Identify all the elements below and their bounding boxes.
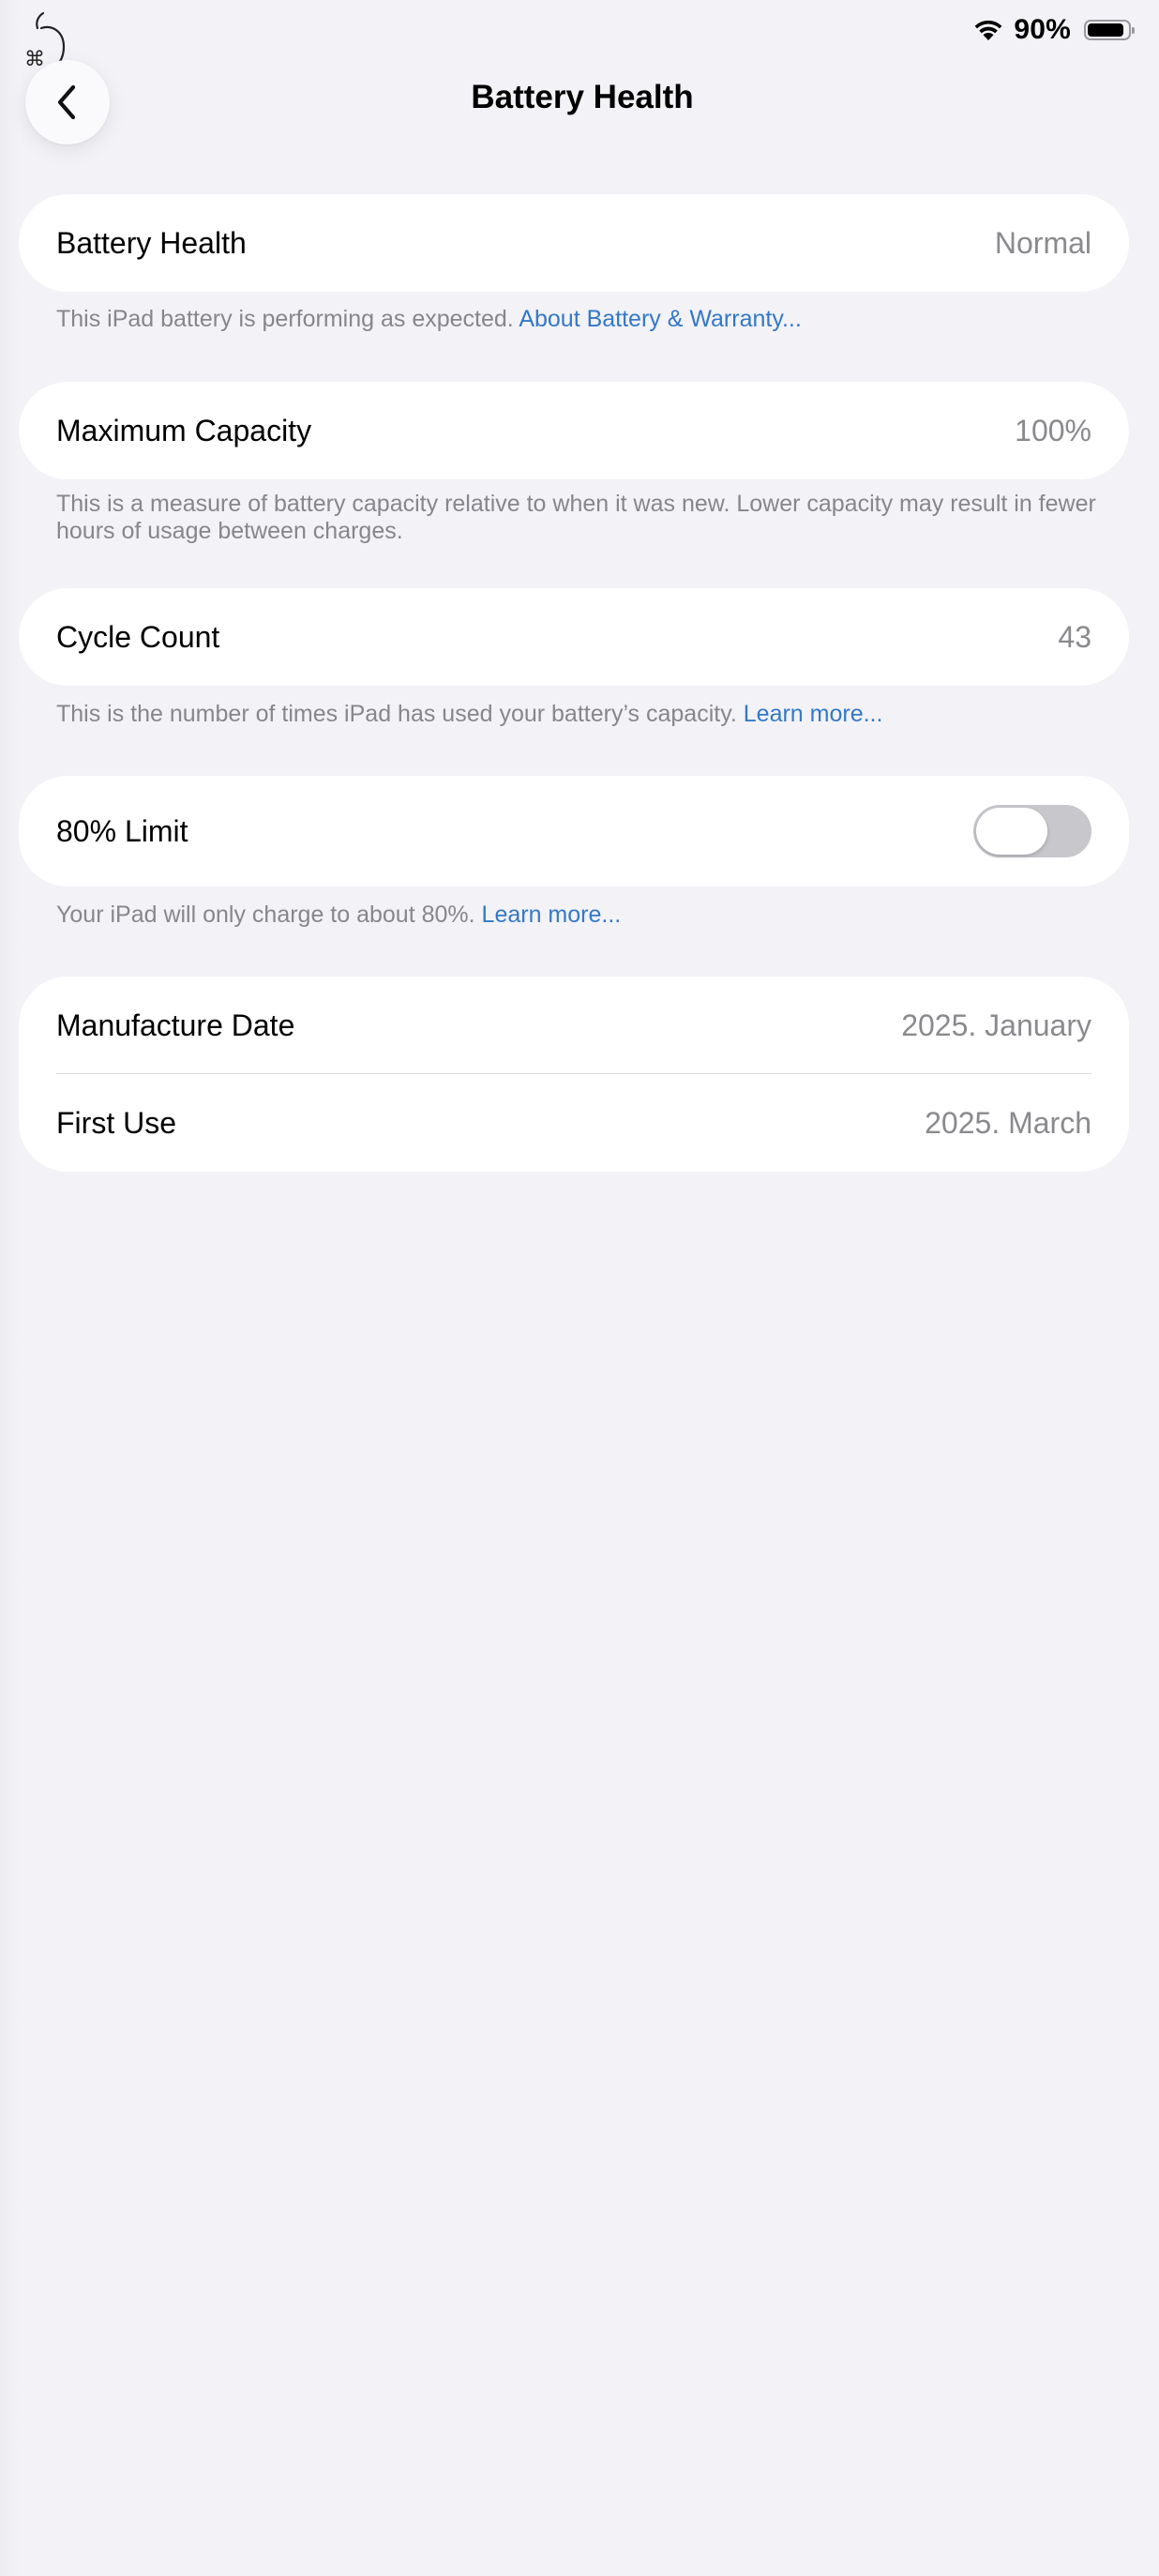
battery-health-footnote-text: This iPad battery is performing as expec…	[56, 306, 514, 332]
cycle-count-cell: Cycle Count 43	[19, 588, 1129, 686]
wifi-icon	[974, 20, 1002, 40]
charge-limit-cell: 80% Limit	[19, 776, 1129, 886]
manufacture-date-label: Manufacture Date	[56, 1008, 295, 1042]
battery-health-label: Battery Health	[56, 225, 247, 260]
battery-health-cell: Battery Health Normal	[19, 194, 1129, 292]
status-bar: 90%	[972, 0, 1159, 60]
battery-level-fill	[1088, 23, 1123, 37]
charge-limit-footnote-text: Your iPad will only charge to about 80%.	[56, 902, 475, 928]
cycle-count-learn-more-link[interactable]: Learn more...	[744, 701, 883, 727]
maximum-capacity-cell: Maximum Capacity 100%	[19, 382, 1129, 479]
battery-health-value: Normal	[994, 225, 1091, 260]
cycle-count-value: 43	[1058, 619, 1091, 654]
toggle-knob	[976, 808, 1047, 855]
manufacture-date-value: 2025. January	[901, 1008, 1091, 1042]
about-battery-warranty-link[interactable]: About Battery & Warranty...	[519, 306, 802, 332]
charge-limit-learn-more-link[interactable]: Learn more...	[482, 902, 622, 928]
battery-icon	[1084, 20, 1135, 40]
cycle-count-label: Cycle Count	[56, 619, 220, 654]
first-use-row: First Use 2025. March	[56, 1074, 1091, 1172]
cycle-count-footnote-text: This is the number of times iPad has use…	[56, 701, 737, 727]
charge-limit-label: 80% Limit	[56, 813, 188, 848]
charge-limit-footnote: Your iPad will only charge to about 80%.…	[56, 902, 1097, 929]
first-use-value: 2025. March	[925, 1105, 1091, 1140]
maximum-capacity-value: 100%	[1015, 413, 1091, 447]
charge-limit-toggle[interactable]	[973, 805, 1091, 857]
page-title: Battery Health	[471, 79, 694, 115]
battery-dates-group: Manufacture Date 2025. January First Use…	[19, 977, 1129, 1172]
manufacture-date-row: Manufacture Date 2025. January	[56, 977, 1091, 1074]
battery-terminal	[1132, 27, 1135, 34]
left-edge-shade	[0, 0, 19, 2576]
maximum-capacity-footnote: This is a measure of battery capacity re…	[56, 491, 1096, 544]
battery-percentage: 90%	[1014, 14, 1071, 45]
battery-health-footnote: This iPad battery is performing as expec…	[56, 306, 1097, 333]
cycle-count-footnote: This is the number of times iPad has use…	[56, 701, 1097, 728]
first-use-label: First Use	[56, 1105, 176, 1140]
maximum-capacity-label: Maximum Capacity	[56, 413, 312, 447]
